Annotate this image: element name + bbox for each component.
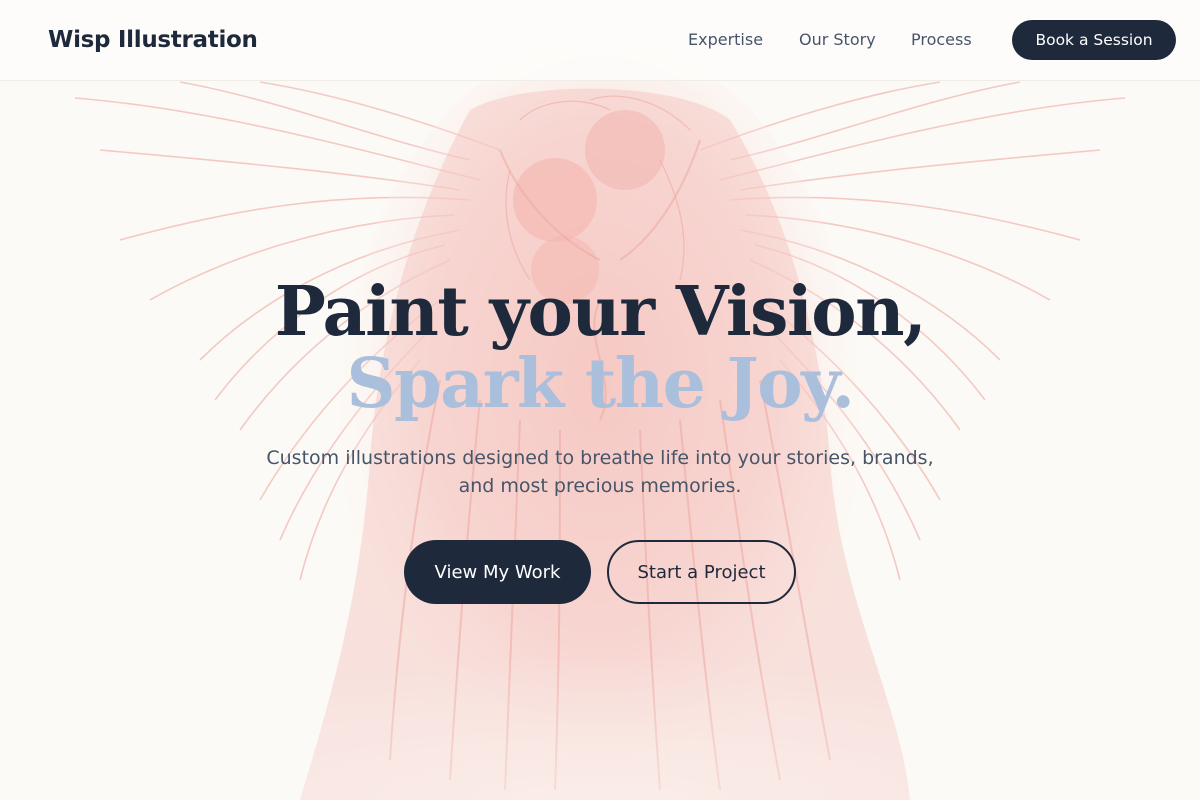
- start-project-button[interactable]: Start a Project: [607, 540, 796, 604]
- brand-logo[interactable]: Wisp Illustration: [48, 24, 258, 56]
- landing-page: Wisp Illustration Expertise Our Story Pr…: [0, 0, 1200, 800]
- nav-link-expertise[interactable]: Expertise: [688, 28, 763, 52]
- hero-subtitle: Custom illustrations designed to breathe…: [266, 447, 934, 497]
- view-my-work-button[interactable]: View My Work: [404, 540, 591, 604]
- hero-title-line-2: Spark the Joy.: [346, 344, 855, 424]
- hero-title: Paint your Vision, Spark the Joy.: [0, 276, 1200, 420]
- book-session-button[interactable]: Book a Session: [1012, 20, 1176, 60]
- nav-link-our-story[interactable]: Our Story: [799, 28, 876, 52]
- top-navbar: Wisp Illustration Expertise Our Story Pr…: [0, 0, 1200, 81]
- hero-title-line-1: Paint your Vision,: [274, 272, 927, 352]
- nav-link-process[interactable]: Process: [911, 28, 972, 52]
